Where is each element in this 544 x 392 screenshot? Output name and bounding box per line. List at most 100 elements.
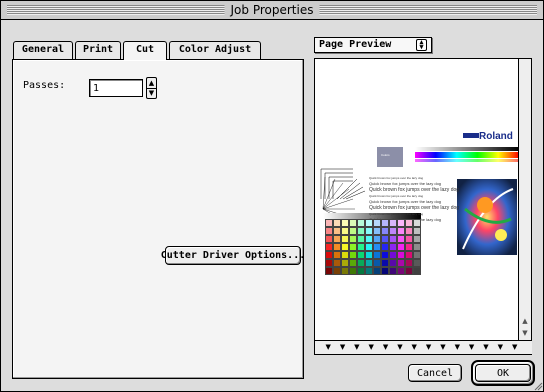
color-swatch — [325, 259, 333, 267]
color-swatch — [357, 219, 365, 227]
tab-color-adjust-label: Color Adjust — [178, 44, 252, 55]
color-swatch — [413, 267, 421, 275]
color-swatch — [381, 219, 389, 227]
color-swatch — [357, 243, 365, 251]
stepper-up-icon[interactable]: ▲ — [147, 78, 156, 88]
color-swatch — [405, 267, 413, 275]
color-swatch — [413, 235, 421, 243]
color-swatch — [357, 227, 365, 235]
color-swatch — [405, 243, 413, 251]
color-swatch — [365, 219, 373, 227]
color-swatch — [389, 259, 397, 267]
color-swatch — [341, 219, 349, 227]
color-swatch — [381, 227, 389, 235]
color-swatch — [349, 267, 357, 275]
color-swatch — [397, 267, 405, 275]
color-swatch — [365, 267, 373, 275]
tab-general[interactable]: General — [13, 41, 73, 59]
color-swatch — [333, 267, 341, 275]
scroll-marker-icon: ▼ — [397, 343, 403, 351]
scroll-marker-icon: ▼ — [325, 343, 331, 351]
color-swatch — [381, 251, 389, 259]
tab-general-label: General — [21, 44, 65, 55]
color-swatch — [365, 259, 373, 267]
tab-print-label: Print — [82, 44, 114, 55]
color-swatch — [397, 227, 405, 235]
color-swatch — [373, 235, 381, 243]
color-swatch — [365, 227, 373, 235]
cutter-driver-options-button[interactable]: Cutter Driver Options... — [161, 246, 305, 265]
color-swatch — [397, 259, 405, 267]
scroll-up-arrow-icon[interactable]: ▲ — [519, 315, 531, 327]
tab-cut[interactable]: Cut — [123, 41, 167, 60]
color-swatch — [365, 251, 373, 259]
roland-logo: Roland — [479, 131, 513, 142]
color-swatch — [365, 235, 373, 243]
color-swatch — [413, 243, 421, 251]
scroll-marker-icon: ▼ — [368, 343, 374, 351]
colors-swatch-label: Colors — [381, 153, 390, 157]
color-swatch — [357, 267, 365, 275]
color-swatch — [333, 259, 341, 267]
color-swatch — [381, 235, 389, 243]
color-swatch — [405, 259, 413, 267]
color-swatch — [333, 235, 341, 243]
color-swatch — [397, 251, 405, 259]
color-swatch — [341, 235, 349, 243]
scroll-marker-icon: ▼ — [483, 343, 489, 351]
color-swatch — [333, 243, 341, 251]
color-swatch — [389, 227, 397, 235]
scroll-marker-icon: ▼ — [382, 343, 389, 351]
scroll-marker-icon: ▼ — [354, 343, 360, 351]
color-swatch — [349, 235, 357, 243]
color-swatch — [373, 227, 381, 235]
color-swatch — [341, 243, 349, 251]
window-title: Job Properties — [224, 3, 320, 18]
color-swatch — [413, 227, 421, 235]
scroll-down-arrow-icon[interactable]: ▼ — [519, 327, 531, 339]
color-swatch — [325, 219, 333, 227]
tab-print[interactable]: Print — [75, 41, 121, 59]
passes-label: Passes: — [23, 80, 66, 91]
color-swatch — [357, 259, 365, 267]
ok-button-label: OK — [475, 364, 531, 382]
vertical-scrollbar[interactable]: ▲ ▼ — [518, 59, 531, 341]
font-sample-block: Quick brown fox jumps over the lazy dog Q… — [369, 175, 459, 223]
passes-input[interactable]: 1 — [89, 79, 143, 97]
color-swatch — [373, 251, 381, 259]
color-swatch — [349, 259, 357, 267]
scroll-marker-icon: ▼ — [425, 343, 432, 351]
cut-panel: Passes: 1 ▲ ▼ Cutter Driver Options... — [12, 59, 305, 379]
color-swatch — [381, 259, 389, 267]
color-swatch — [413, 251, 421, 259]
passes-stepper[interactable]: ▲ ▼ — [146, 77, 157, 99]
color-swatch — [389, 243, 397, 251]
scroll-marker-icon: ▼ — [497, 343, 503, 351]
color-swatch — [405, 251, 413, 259]
tab-cut-label: Cut — [135, 44, 155, 55]
color-swatch — [373, 259, 381, 267]
color-swatch — [397, 219, 405, 227]
stepper-down-icon[interactable]: ▼ — [147, 88, 156, 98]
color-swatch — [373, 219, 381, 227]
resize-grip-icon[interactable] — [533, 381, 543, 391]
horizontal-scrollbar[interactable]: ▼ ▼ ▼ ▼ ▼ ▼ ▼ ▼ ▼ ▼ ▼ ▼ ▼ ▼ — [315, 340, 532, 354]
tab-color-adjust[interactable]: Color Adjust — [169, 41, 261, 59]
color-swatch — [389, 267, 397, 275]
job-properties-window: Job Properties General Print Cut Color A… — [0, 0, 544, 392]
color-swatch — [325, 235, 333, 243]
color-swatch — [341, 227, 349, 235]
color-swatch — [373, 267, 381, 275]
preview-dropdown[interactable]: Page Preview ▲ ▼ — [314, 37, 432, 53]
preview-dropdown-label: Page Preview — [319, 39, 392, 50]
color-swatch-grid — [325, 219, 421, 275]
updown-arrows-icon: ▲ ▼ — [416, 39, 427, 51]
cancel-button[interactable]: Cancel — [408, 364, 462, 382]
color-swatch — [405, 227, 413, 235]
color-swatch — [349, 251, 357, 259]
color-swatch — [333, 227, 341, 235]
color-swatch — [349, 219, 357, 227]
title-bar[interactable]: Job Properties — [1, 1, 543, 20]
ok-button[interactable]: OK — [471, 360, 535, 386]
color-swatch — [373, 243, 381, 251]
